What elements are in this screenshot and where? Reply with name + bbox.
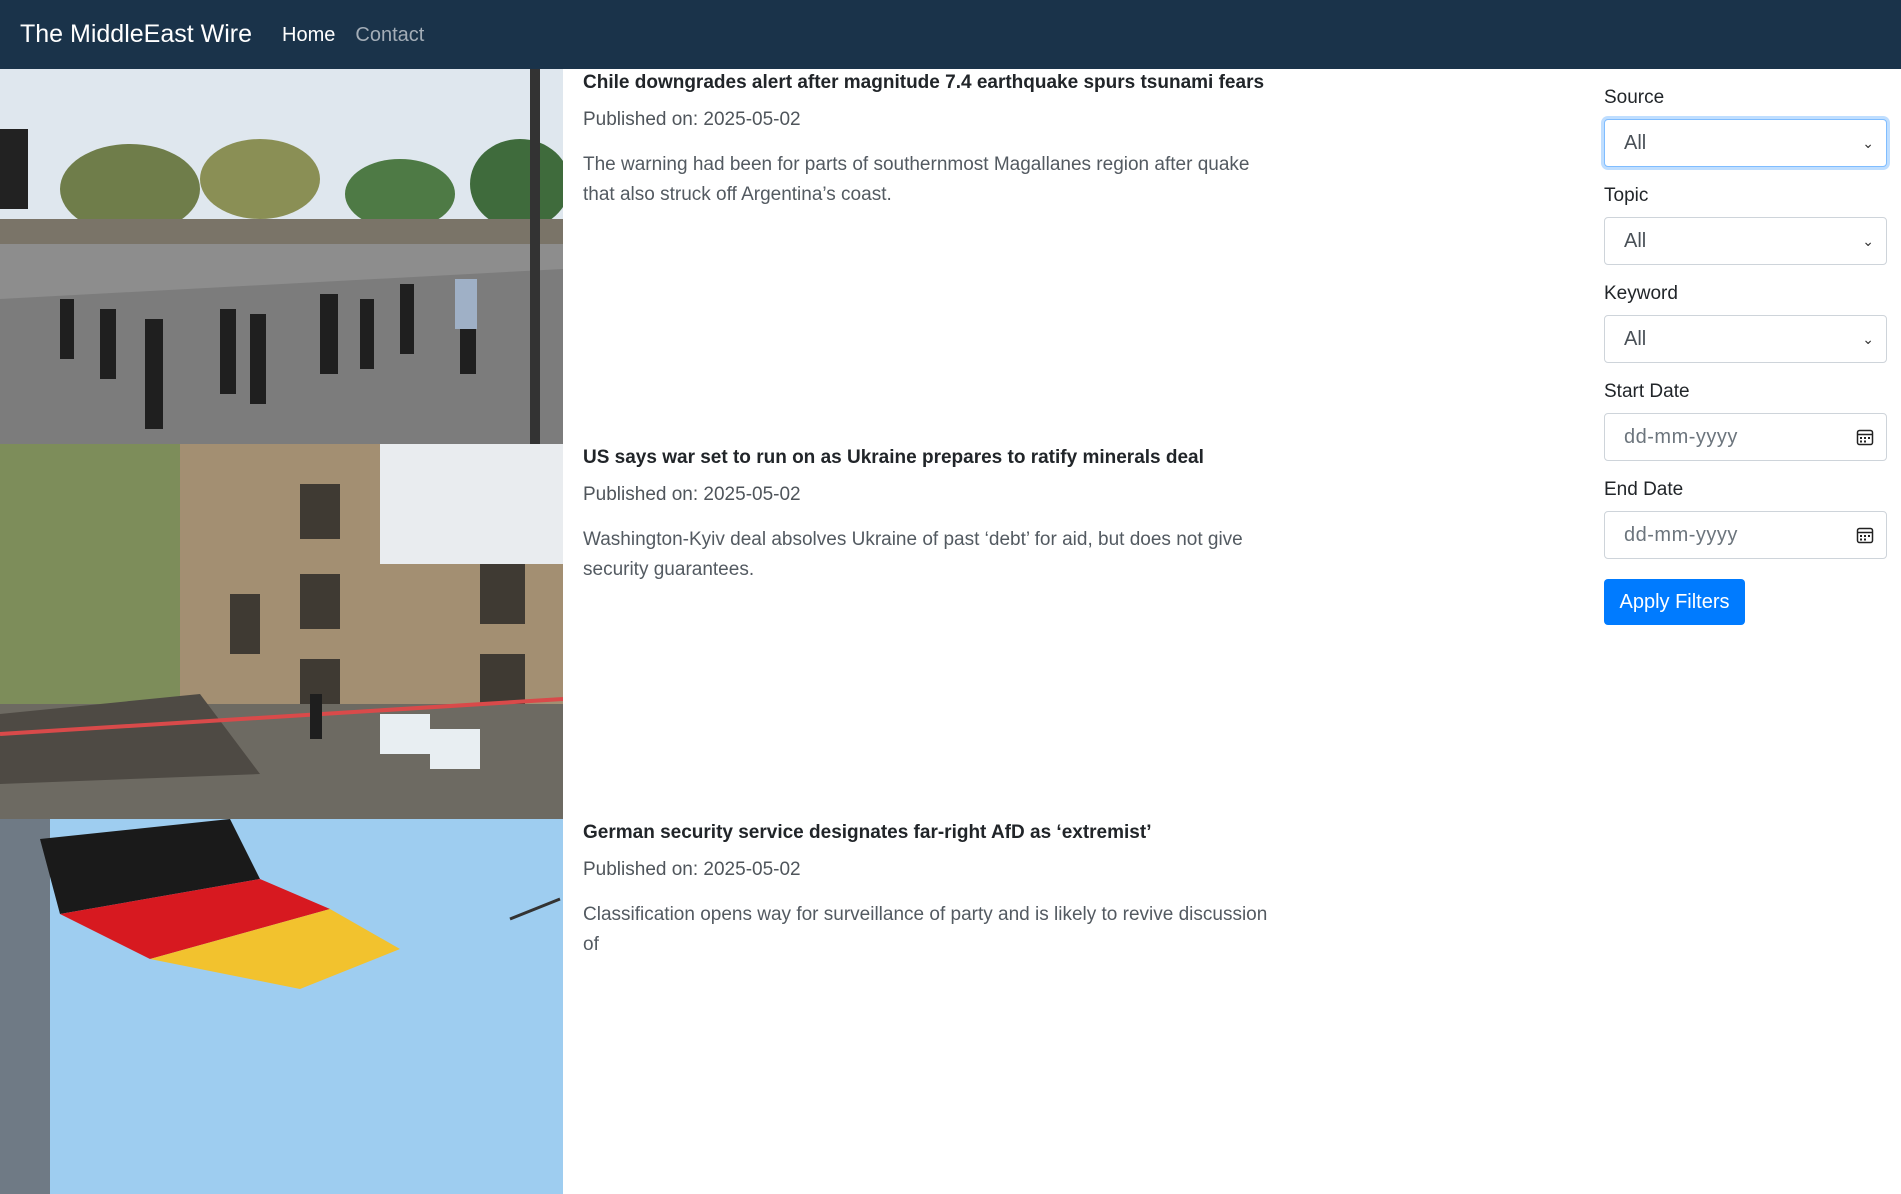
article-body: US says war set to run on as Ukraine pre…: [583, 444, 1283, 585]
brand-title[interactable]: The MiddleEast Wire: [20, 22, 252, 47]
article-image-ukraine[interactable]: [0, 444, 563, 819]
keyword-label: Keyword: [1604, 283, 1678, 304]
article-title[interactable]: US says war set to run on as Ukraine pre…: [583, 446, 1283, 470]
nav-link-contact[interactable]: Contact: [355, 25, 424, 45]
article-list: Chile downgrades alert after magnitude 7…: [0, 69, 1300, 1194]
chevron-down-icon: ⌄: [1862, 330, 1874, 347]
end-date-label: End Date: [1604, 479, 1684, 500]
article-title[interactable]: German security service designates far-r…: [583, 821, 1283, 845]
filter-panel: Source All ⌄ Topic All ⌄ Keyword All ⌄ S…: [1604, 69, 1887, 625]
article-date: Published on: 2025-05-02: [583, 484, 801, 505]
calendar-icon[interactable]: [1856, 526, 1874, 544]
apply-filters-button[interactable]: Apply Filters: [1604, 579, 1745, 625]
nav-link-home[interactable]: Home: [282, 25, 335, 45]
article-summary: Washington-Kyiv deal absolves Ukraine of…: [583, 529, 1243, 580]
article-date: Published on: 2025-05-02: [583, 109, 801, 130]
article-card: US says war set to run on as Ukraine pre…: [0, 444, 1300, 819]
article-summary: The warning had been for parts of southe…: [583, 154, 1250, 205]
topic-select-value: All: [1624, 229, 1647, 252]
chevron-down-icon: ⌄: [1862, 134, 1874, 151]
article-body: German security service designates far-r…: [583, 819, 1283, 960]
chevron-down-icon: ⌄: [1862, 232, 1874, 249]
keyword-select[interactable]: All ⌄: [1604, 315, 1887, 363]
topic-select[interactable]: All ⌄: [1604, 217, 1887, 265]
article-summary: Classification opens way for surveillanc…: [583, 904, 1268, 955]
calendar-icon[interactable]: [1856, 428, 1874, 446]
end-date-input[interactable]: dd-mm-yyyy: [1604, 511, 1887, 559]
start-date-placeholder: dd-mm-yyyy: [1624, 425, 1738, 448]
navbar: The MiddleEast Wire Home Contact: [0, 0, 1901, 69]
start-date-label: Start Date: [1604, 381, 1690, 402]
start-date-input[interactable]: dd-mm-yyyy: [1604, 413, 1887, 461]
article-body: Chile downgrades alert after magnitude 7…: [583, 69, 1283, 210]
article-image-earthquake[interactable]: [0, 69, 563, 444]
article-image-germany[interactable]: [0, 819, 563, 1194]
article-title[interactable]: Chile downgrades alert after magnitude 7…: [583, 71, 1283, 95]
source-select-value: All: [1624, 131, 1647, 154]
topic-label: Topic: [1604, 185, 1649, 206]
end-date-placeholder: dd-mm-yyyy: [1624, 523, 1738, 546]
keyword-select-value: All: [1624, 327, 1647, 350]
source-select[interactable]: All ⌄: [1604, 119, 1887, 167]
article-card: German security service designates far-r…: [0, 819, 1300, 1194]
source-label: Source: [1604, 87, 1665, 108]
article-card: Chile downgrades alert after magnitude 7…: [0, 69, 1300, 444]
article-date: Published on: 2025-05-02: [583, 859, 801, 880]
